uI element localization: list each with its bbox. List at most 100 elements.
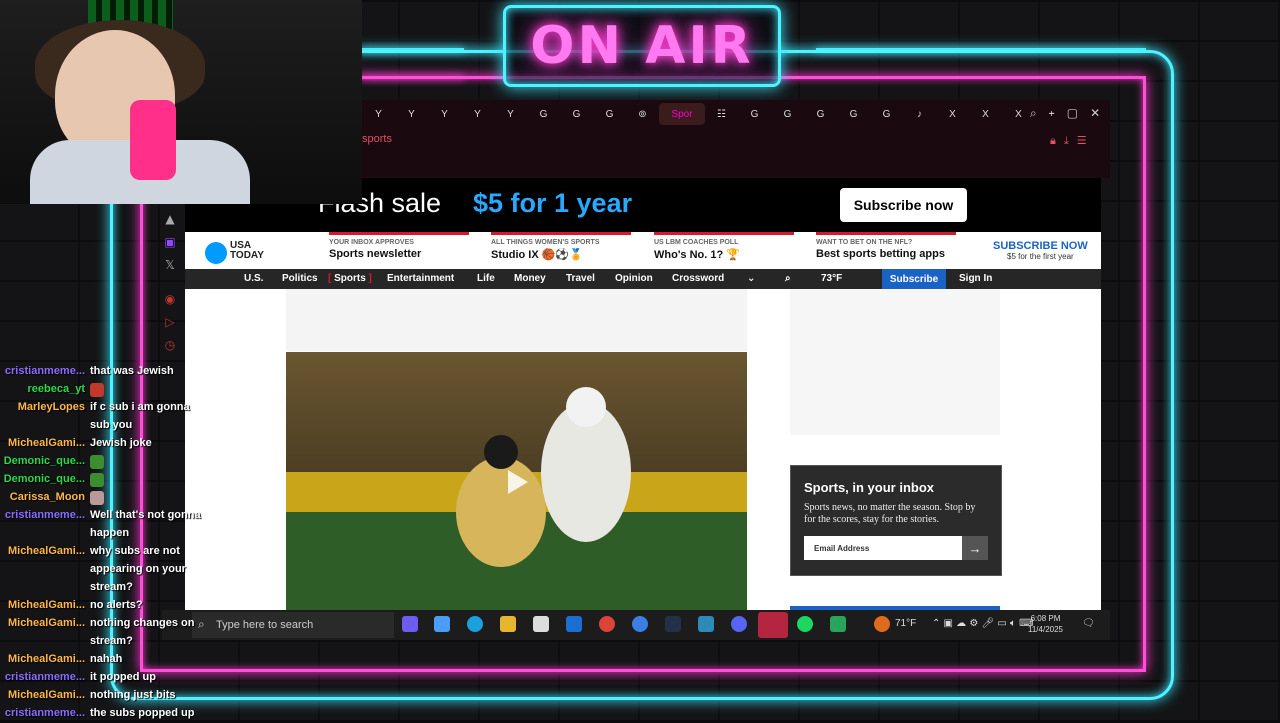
browser-tab-active[interactable]: Spor bbox=[659, 103, 705, 125]
chat-username[interactable]: Demonic_que... bbox=[4, 455, 85, 467]
browser-tab[interactable]: Y bbox=[362, 103, 395, 125]
chat-username[interactable]: Carissa_Moon bbox=[10, 491, 85, 503]
lock-icon[interactable]: 🔒︎ bbox=[1050, 134, 1056, 148]
chrome-icon[interactable] bbox=[599, 616, 615, 632]
chat-message: cristianmeme... the subs popped up bbox=[0, 705, 215, 723]
browser-tab[interactable]: ☷ bbox=[705, 103, 738, 125]
chat-username[interactable]: cristianmeme... bbox=[5, 707, 85, 719]
chat-text: Well that's not gonna bbox=[90, 509, 201, 521]
nav-entertainment[interactable]: Entertainment bbox=[387, 273, 454, 284]
nav-politics[interactable]: Politics bbox=[282, 273, 318, 284]
browser-taskbar-icon[interactable] bbox=[758, 612, 788, 638]
nav-money[interactable]: Money bbox=[514, 273, 546, 284]
nav-sports[interactable]: [ Sports ] bbox=[328, 273, 372, 284]
chat-text: if c sub i am gonna bbox=[90, 401, 190, 413]
more-icon[interactable]: ⌄ bbox=[747, 273, 755, 284]
nav-weather[interactable]: 73°F bbox=[821, 273, 842, 284]
header-block-betting[interactable]: WANT TO BET ON THE NFL? Best sports betti… bbox=[816, 232, 956, 272]
stream-chat: cristianmeme... that was Jewish reebeca_yt… bbox=[0, 363, 215, 723]
chat-username[interactable]: MichealGami... bbox=[8, 437, 85, 449]
browser-tab[interactable]: Y bbox=[494, 103, 527, 125]
task-view-icon[interactable] bbox=[402, 616, 418, 632]
nav-us[interactable]: U.S. bbox=[244, 273, 263, 284]
file-explorer-icon[interactable] bbox=[500, 616, 516, 632]
download-icon[interactable]: ⤓ bbox=[1064, 134, 1069, 148]
chat-username[interactable]: MichealGami... bbox=[8, 653, 85, 665]
browser-tab[interactable]: Y bbox=[428, 103, 461, 125]
chat-username[interactable]: MichealGami... bbox=[8, 545, 85, 557]
browser-tab[interactable]: G bbox=[870, 103, 903, 125]
article-hero-photo[interactable] bbox=[286, 352, 747, 610]
ad-placeholder-top bbox=[286, 289, 747, 351]
header-block-poll[interactable]: US LBM COACHES POLL Who's No. 1? 🏆 bbox=[654, 232, 794, 272]
address-bar[interactable]: sports bbox=[362, 133, 392, 145]
chat-username[interactable]: cristianmeme... bbox=[5, 365, 85, 377]
chat-username[interactable]: reebeca_yt bbox=[28, 383, 86, 395]
search-tabs-icon[interactable]: ⌕ bbox=[1030, 106, 1037, 122]
copilot-icon[interactable] bbox=[434, 616, 450, 632]
app-icon[interactable] bbox=[632, 616, 648, 632]
app2-icon[interactable] bbox=[698, 616, 714, 632]
browser-tab[interactable]: G bbox=[837, 103, 870, 125]
maximize-icon[interactable]: ▢ bbox=[1067, 106, 1078, 122]
search-icon[interactable]: ⌕ bbox=[785, 273, 791, 284]
tray-icons[interactable]: ⌃ ▣ ☁ ⚙ 🎤︎ ▭ 🔈︎ ⌨ bbox=[932, 618, 1034, 629]
subscribe-now-button[interactable]: Subscribe now bbox=[840, 188, 967, 222]
browser-tab[interactable]: X bbox=[936, 103, 969, 125]
chat-username[interactable]: MichealGami... bbox=[8, 617, 85, 629]
chat-username[interactable]: cristianmeme... bbox=[5, 671, 85, 683]
clock[interactable]: 6:08 PM 11/4/2025 bbox=[1028, 613, 1063, 635]
chat-username[interactable]: MichealGami... bbox=[8, 599, 85, 611]
browser-tab[interactable]: ♪ bbox=[903, 103, 936, 125]
menu-icon[interactable]: ☰ bbox=[1077, 134, 1087, 148]
minimize-icon[interactable]: – bbox=[1049, 106, 1055, 122]
usa-today-logo-dot[interactable] bbox=[205, 242, 227, 264]
sign-in-link[interactable]: Sign In bbox=[959, 273, 992, 284]
chat-username[interactable]: MichealGami... bbox=[8, 689, 85, 701]
email-field[interactable]: Email Address bbox=[804, 536, 962, 560]
spotify-icon[interactable] bbox=[797, 616, 813, 632]
nav-crossword[interactable]: Crossword bbox=[672, 273, 724, 284]
edge-icon[interactable] bbox=[467, 616, 483, 632]
taskbar-weather[interactable]: 71°F bbox=[895, 618, 916, 629]
usa-today-logo[interactable]: USA TODAY bbox=[230, 241, 264, 261]
chat-message: stream? bbox=[0, 579, 215, 597]
chat-username[interactable]: Demonic_que... bbox=[4, 473, 85, 485]
chat-message: Demonic_que... bbox=[0, 471, 215, 489]
browser-tab[interactable]: Y bbox=[395, 103, 428, 125]
weather-icon[interactable] bbox=[874, 616, 890, 632]
store-icon[interactable] bbox=[533, 616, 549, 632]
app3-icon[interactable] bbox=[830, 616, 846, 632]
nav-life[interactable]: Life bbox=[477, 273, 495, 284]
discord-icon[interactable] bbox=[731, 616, 747, 632]
header-block-studio[interactable]: ALL THINGS WOMEN'S SPORTS Studio IX 🏀⚽🏅 bbox=[491, 232, 631, 272]
clock-icon[interactable]: ◷ bbox=[163, 338, 177, 352]
chat-username[interactable]: MarleyLopes bbox=[18, 401, 85, 413]
browser-tab[interactable]: G bbox=[593, 103, 626, 125]
taskbar-search[interactable]: Type here to search bbox=[192, 612, 394, 638]
browser-tab[interactable]: X bbox=[969, 103, 1002, 125]
nav-opinion[interactable]: Opinion bbox=[615, 273, 653, 284]
browser-tab[interactable]: G bbox=[804, 103, 837, 125]
chat-text bbox=[90, 455, 215, 469]
subscribe-cta[interactable]: SUBSCRIBE NOW $5 for the first year bbox=[993, 240, 1088, 261]
twitch-icon[interactable]: ▣ bbox=[163, 235, 177, 249]
browser-tab[interactable]: G bbox=[560, 103, 593, 125]
browser-tab[interactable]: G bbox=[771, 103, 804, 125]
browser-tab[interactable]: G bbox=[527, 103, 560, 125]
nav-travel[interactable]: Travel bbox=[566, 273, 595, 284]
steam-icon[interactable] bbox=[665, 616, 681, 632]
nav-subscribe-button[interactable]: Subscribe bbox=[882, 269, 946, 289]
mail-icon[interactable] bbox=[566, 616, 582, 632]
browser-tab[interactable]: ⊚ bbox=[626, 103, 659, 125]
submit-arrow-icon[interactable]: → bbox=[962, 536, 988, 560]
youtube-icon[interactable]: ◉ bbox=[163, 292, 177, 306]
header-block-newsletter[interactable]: YOUR INBOX APPROVES Sports newsletter bbox=[329, 232, 469, 272]
chat-username[interactable]: cristianmeme... bbox=[5, 509, 85, 521]
browser-tab[interactable]: Y bbox=[461, 103, 494, 125]
notification-icon[interactable]: 🗨︎ bbox=[1082, 618, 1095, 629]
x-icon[interactable]: 𝕏 bbox=[163, 258, 177, 272]
close-icon[interactable]: ✕ bbox=[1090, 106, 1100, 122]
play-icon[interactable]: ▷ bbox=[163, 315, 177, 329]
browser-tab[interactable]: G bbox=[738, 103, 771, 125]
